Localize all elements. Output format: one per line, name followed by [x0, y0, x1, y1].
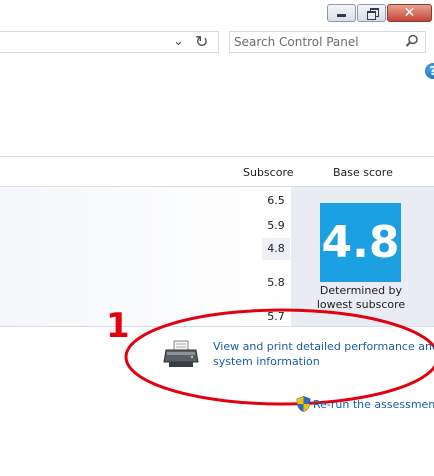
rerun-assessment-label[interactable]: Re-run the assessment — [313, 398, 434, 411]
refresh-icon[interactable]: ↻ — [195, 32, 208, 51]
restore-icon — [367, 8, 379, 20]
base-score-caption-line: lowest subscore — [316, 298, 406, 311]
table-top-divider — [0, 156, 434, 157]
minimize-icon — [337, 14, 346, 17]
subscore-value: 6.5 — [267, 194, 285, 207]
performance-info-link[interactable]: View and print detailed performance and … — [213, 340, 434, 370]
restore-button[interactable] — [357, 4, 386, 22]
address-bar[interactable]: ⌄ ↻ — [0, 31, 219, 53]
subscore-value: 5.8 — [267, 276, 285, 289]
base-score-header: Base score — [333, 166, 393, 179]
subscore-value: 5.9 — [267, 219, 285, 232]
subscore-value-lowest: 4.8 — [262, 238, 290, 260]
close-icon: ✕ — [403, 5, 416, 21]
rerun-assessment-link[interactable]: Re-run the assessment — [296, 396, 434, 412]
subscore-header: Subscore — [243, 166, 294, 179]
minimize-button[interactable] — [327, 4, 356, 22]
help-icon[interactable]: ? — [425, 63, 434, 79]
search-box[interactable] — [229, 31, 426, 53]
score-rows — [0, 187, 291, 326]
table-bottom-divider — [0, 326, 434, 327]
subscore-value: 5.7 — [267, 310, 285, 323]
base-score-caption: Determined by lowest subscore — [311, 284, 411, 312]
title-bar: ✕ — [0, 0, 434, 28]
close-button[interactable]: ✕ — [387, 4, 432, 22]
printer-icon — [163, 340, 199, 367]
window-controls: ✕ — [326, 4, 432, 22]
search-icon[interactable] — [405, 34, 419, 48]
base-score-caption-line: Determined by — [319, 284, 403, 297]
chevron-down-icon[interactable]: ⌄ — [173, 34, 184, 49]
performance-info-link-line1[interactable]: View and print detailed performance and — [213, 340, 434, 355]
annotation-number: 1 — [106, 306, 130, 346]
navigation-bar: ⌄ ↻ — [0, 28, 434, 58]
performance-info-link-line2[interactable]: system information — [213, 355, 433, 370]
search-input[interactable] — [234, 33, 399, 51]
shield-icon — [296, 396, 311, 412]
base-score-tile: 4.8 — [320, 203, 401, 282]
